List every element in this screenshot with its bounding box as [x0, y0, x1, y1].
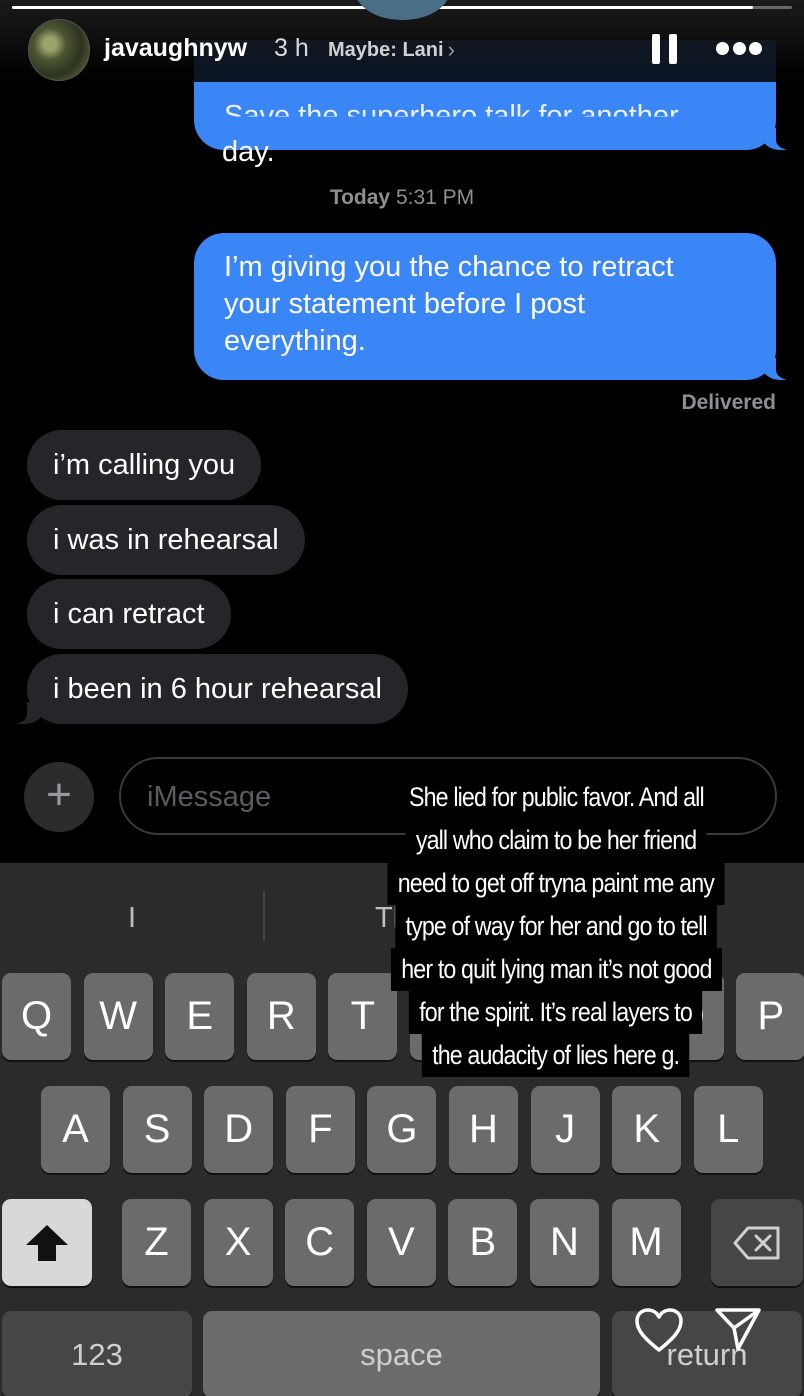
key-a[interactable]: A: [41, 1086, 110, 1173]
shift-key[interactable]: [2, 1199, 92, 1286]
message-text: day.: [222, 136, 275, 168]
imessage-placeholder: iMessage: [147, 781, 272, 813]
key-x[interactable]: X: [203, 1199, 273, 1286]
message-text-line: your statement before I post: [224, 288, 586, 320]
caption-line: yall who claim to be her friend: [405, 819, 707, 862]
heart-icon[interactable]: [634, 1307, 684, 1353]
key-e[interactable]: E: [165, 973, 235, 1060]
key-f[interactable]: F: [285, 1086, 355, 1173]
caption-line: type of way for her and go to tell: [395, 905, 717, 948]
numbers-key[interactable]: 123: [2, 1311, 192, 1396]
chevron-right-icon: ›: [447, 37, 455, 62]
incoming-message-bubble: i was in rehearsal: [27, 505, 305, 575]
incoming-message-bubble: i been in 6 hour rehearsal: [5, 654, 408, 724]
music-title: Maybe: Lani: [328, 38, 444, 61]
caption-line: She lied for public favor. And all: [398, 776, 714, 819]
key-c[interactable]: C: [285, 1199, 355, 1286]
message-text: i been in 6 hour rehearsal: [53, 673, 382, 705]
timestamp-time: 5:31 PM: [390, 186, 475, 209]
message-text-line: I’m giving you the chance to retract: [224, 251, 674, 283]
key-k[interactable]: K: [612, 1086, 682, 1173]
key-z[interactable]: Z: [122, 1199, 191, 1286]
caption-line: for the spirit. It’s real layers to: [409, 991, 703, 1034]
key-w[interactable]: W: [83, 973, 153, 1060]
key-g[interactable]: G: [367, 1086, 437, 1173]
key-n[interactable]: N: [530, 1199, 599, 1286]
backspace-icon: [733, 1226, 780, 1259]
outgoing-message-bubble: I’m giving you the chance to retract you…: [194, 233, 798, 380]
timestamp-day: Today: [329, 186, 391, 209]
caption-line: her to quit lying man it’s not good: [390, 948, 722, 991]
story-age: 3 h: [274, 34, 309, 62]
shift-icon: [26, 1224, 68, 1261]
story-caption: She lied for public favor. And all yall …: [357, 776, 755, 1077]
more-options-icon[interactable]: [716, 42, 762, 56]
delete-key[interactable]: [711, 1199, 803, 1286]
key-m[interactable]: M: [611, 1199, 681, 1286]
caption-line: need to get off tryna paint me any: [387, 862, 725, 905]
space-key[interactable]: space: [203, 1311, 600, 1396]
incoming-message-bubble: i can retract: [27, 579, 231, 649]
key-j[interactable]: J: [530, 1086, 600, 1173]
key-q[interactable]: Q: [2, 973, 71, 1060]
key-l[interactable]: L: [693, 1086, 763, 1173]
key-h[interactable]: H: [449, 1086, 518, 1173]
send-icon[interactable]: [714, 1306, 762, 1352]
caption-line: the audacity of lies here g.: [422, 1034, 690, 1077]
key-s[interactable]: S: [122, 1086, 192, 1173]
key-b[interactable]: B: [448, 1199, 518, 1286]
plus-icon: +: [46, 770, 72, 819]
add-attachment-button[interactable]: +: [24, 762, 94, 832]
incoming-message-bubble: i’m calling you: [27, 430, 262, 500]
message-text-cropped: Save the superhero talk for another: [224, 100, 679, 132]
delivered-status: Delivered: [681, 391, 776, 414]
avatar[interactable]: [28, 19, 90, 81]
key-v[interactable]: V: [366, 1199, 436, 1286]
music-label[interactable]: Maybe: Lani ›: [328, 37, 455, 63]
key-r[interactable]: R: [246, 973, 316, 1060]
key-d[interactable]: D: [204, 1086, 274, 1173]
message-timestamp: Today 5:31 PM: [0, 186, 804, 210]
suggestion-1[interactable]: I: [0, 863, 264, 973]
username[interactable]: javaughnyw: [104, 34, 247, 63]
message-text-line: everything.: [224, 325, 366, 357]
pause-icon[interactable]: [652, 34, 680, 64]
